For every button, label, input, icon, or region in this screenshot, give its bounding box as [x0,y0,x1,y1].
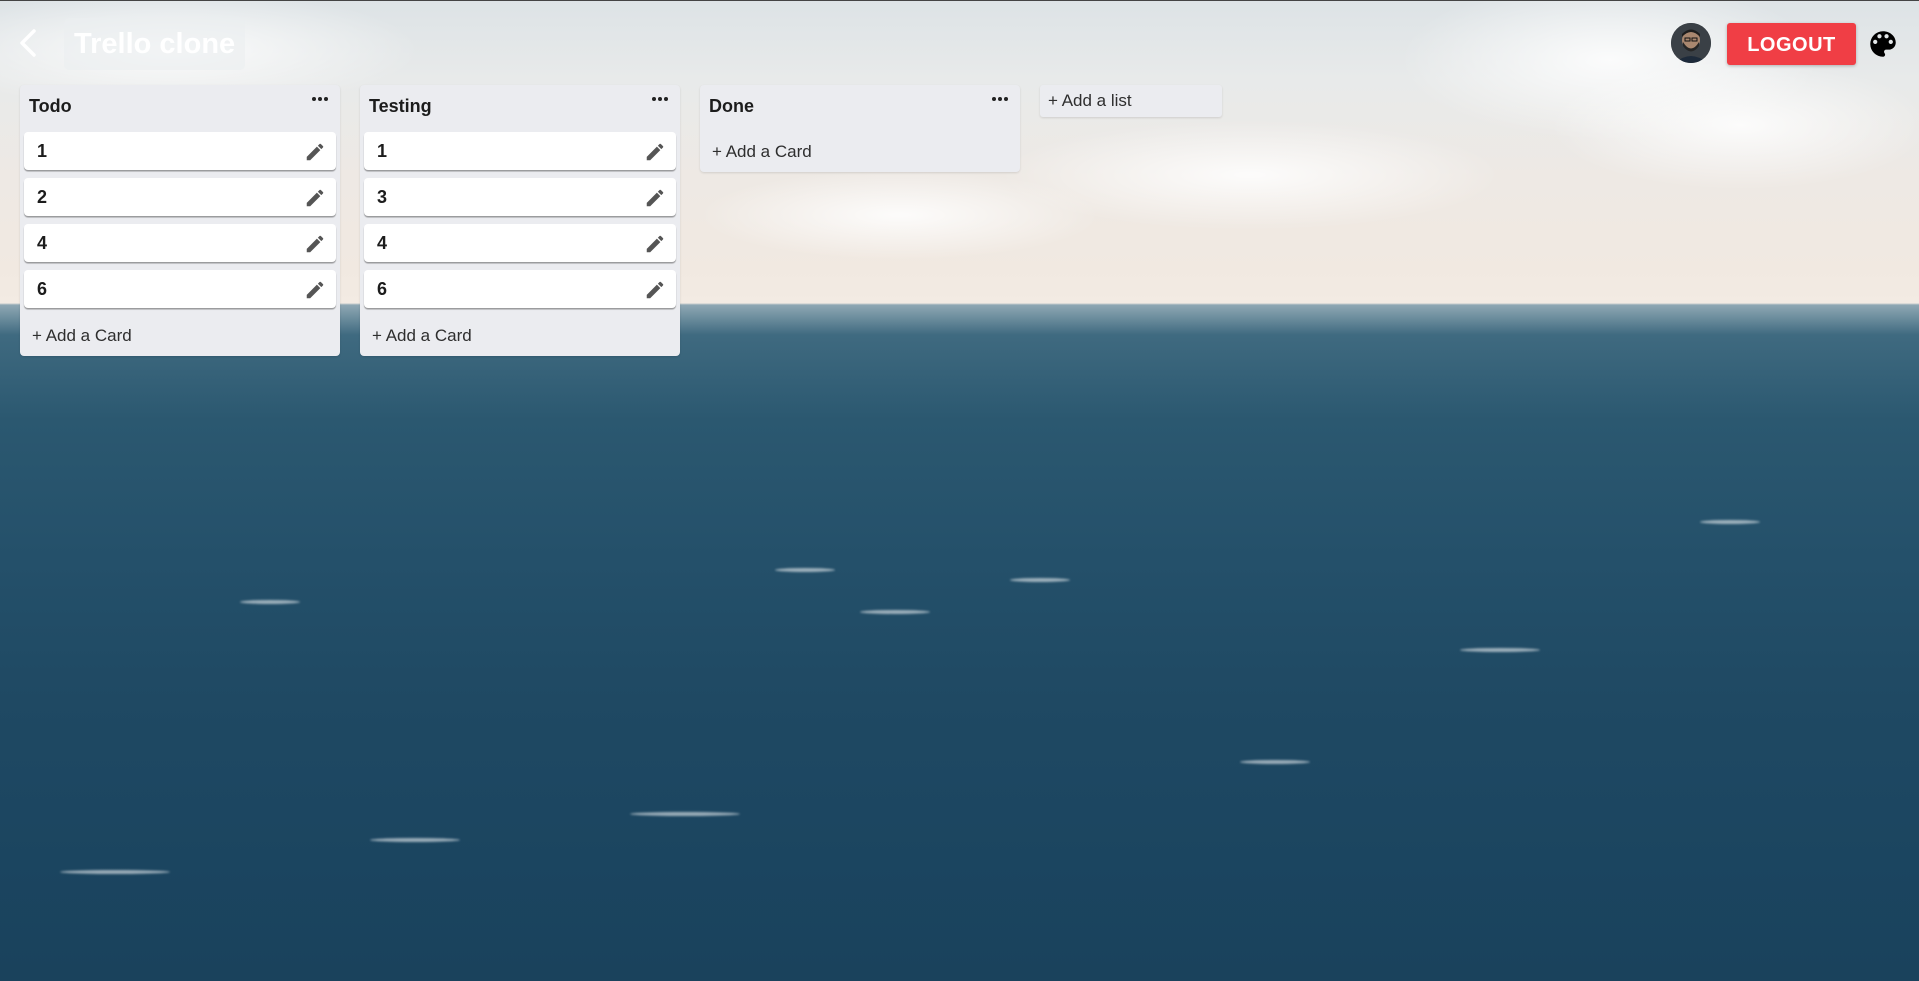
card[interactable]: 1 [364,132,676,170]
avatar[interactable] [1671,23,1711,63]
edit-card-button[interactable] [304,141,326,163]
wave-crest [370,838,460,842]
list-header: Todo [20,85,340,132]
wave-crest [1010,578,1070,582]
user-avatar-image [1671,23,1711,63]
pencil-icon [306,281,324,299]
edit-card-button[interactable] [644,233,666,255]
list-title[interactable]: Todo [29,96,72,117]
list-header: Testing [360,85,680,132]
card[interactable]: 4 [364,224,676,262]
list-todo: Todo 1 2 4 6 + Add a Card [20,85,340,356]
add-card-button[interactable]: + Add a Card [700,132,1020,172]
edit-card-button[interactable] [644,279,666,301]
board-title[interactable]: Trello clone [64,18,246,70]
pencil-icon [646,189,664,207]
pencil-icon [306,143,324,161]
back-button[interactable] [14,25,44,61]
edit-card-button[interactable] [304,279,326,301]
card[interactable]: 2 [24,178,336,216]
logout-button[interactable]: LOGOUT [1727,23,1856,65]
more-horizontal-icon [312,97,328,101]
pencil-icon [306,235,324,253]
edit-card-button[interactable] [304,233,326,255]
wave-crest [775,568,835,572]
pencil-icon [646,143,664,161]
list-title[interactable]: Done [709,96,754,117]
card-title: 1 [37,141,48,161]
card[interactable]: 3 [364,178,676,216]
add-card-button[interactable]: + Add a Card [360,316,680,356]
cloud [700,170,1100,260]
add-card-button[interactable]: + Add a Card [20,316,340,356]
list-done: Done + Add a Card [700,85,1020,172]
list-title[interactable]: Testing [369,96,432,117]
card[interactable]: 1 [24,132,336,170]
more-horizontal-icon [652,97,668,101]
pencil-icon [646,235,664,253]
card-title: 1 [377,141,388,161]
add-list-button[interactable]: + Add a list [1040,85,1222,117]
card-title: 2 [37,187,48,207]
list-header: Done [700,85,1020,132]
list-menu-button[interactable] [648,89,672,109]
more-horizontal-icon [992,97,1008,101]
edit-card-button[interactable] [304,187,326,209]
card-title: 3 [377,187,388,207]
theme-palette-button[interactable] [1866,27,1900,61]
chevron-left-icon [20,29,36,57]
wave-crest [60,870,170,874]
card-title: 4 [377,233,388,253]
edit-card-button[interactable] [644,187,666,209]
list-menu-button[interactable] [988,89,1012,109]
card-title: 6 [377,279,388,299]
edit-card-button[interactable] [644,141,666,163]
wave-crest [1460,648,1540,652]
card[interactable]: 4 [24,224,336,262]
card[interactable]: 6 [364,270,676,308]
wave-crest [1240,760,1310,764]
list-testing: Testing 1 3 4 6 + Add a Card [360,85,680,356]
pencil-icon [306,189,324,207]
card-title: 6 [37,279,48,299]
wave-crest [240,600,300,604]
card[interactable]: 6 [24,270,336,308]
palette-icon [1870,31,1896,57]
wave-crest [630,812,740,816]
wave-crest [1700,520,1760,524]
list-menu-button[interactable] [308,89,332,109]
top-bar: Trello clone LOGOUT [0,0,1919,85]
pencil-icon [646,281,664,299]
card-title: 4 [37,233,48,253]
wave-crest [860,610,930,614]
